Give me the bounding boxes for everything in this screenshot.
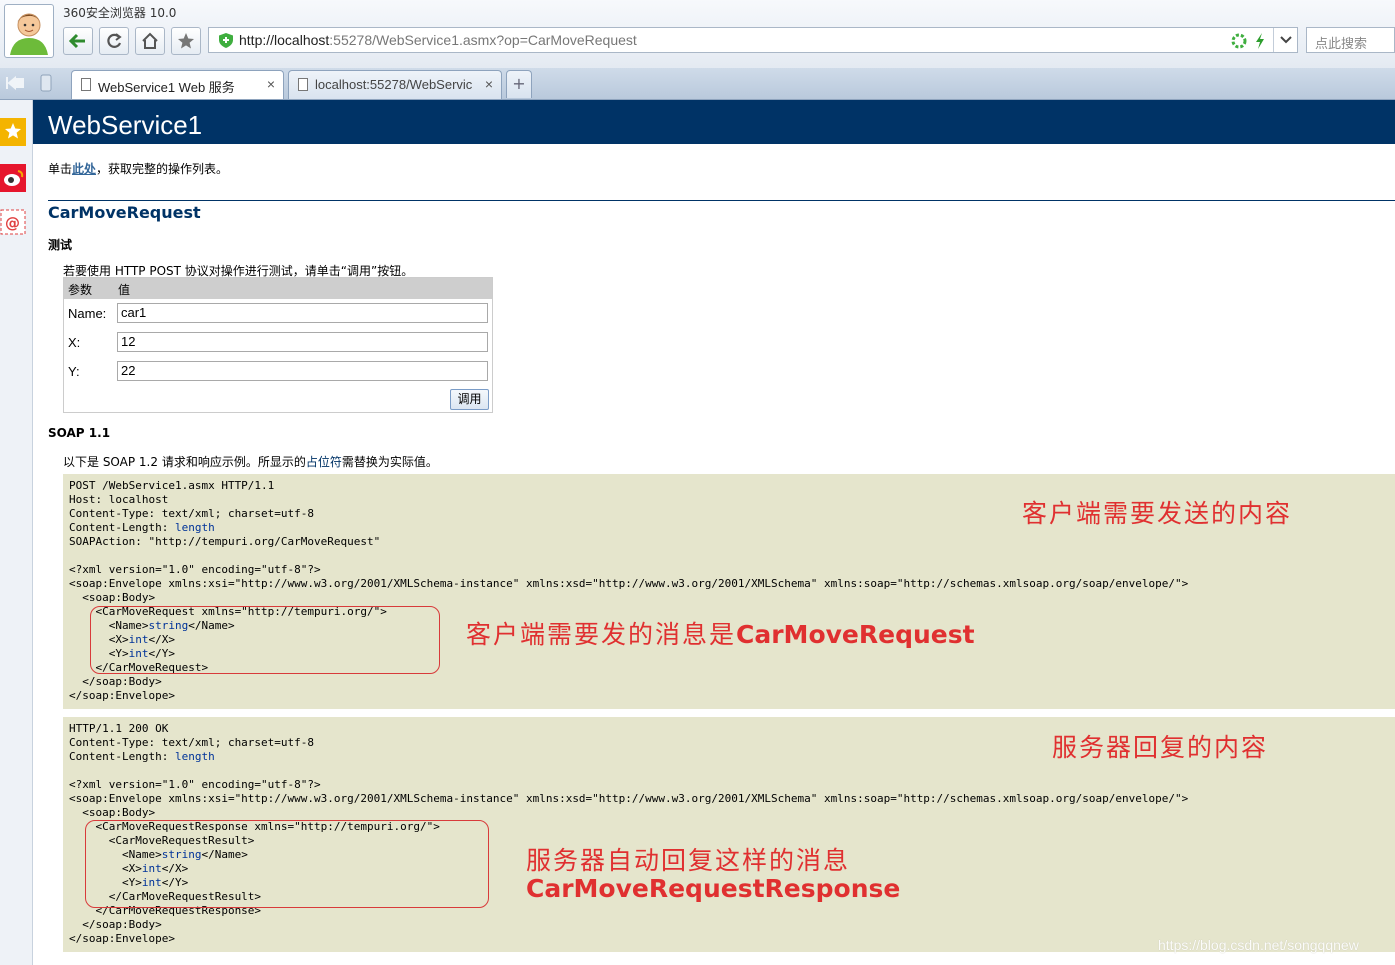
soap-description: 以下是 SOAP 1.2 请求和响应示例。所显示的占位符需替换为实际值。 <box>63 453 438 470</box>
value-column-header: 值 <box>118 283 131 297</box>
param-column-header: 参数 <box>68 283 93 297</box>
intro-suffix: ，获取完整的操作列表。 <box>96 162 229 176</box>
svg-text:@: @ <box>5 214 20 232</box>
name-field[interactable]: car1 <box>117 303 488 323</box>
url-text: http://localhost:55278/WebService1.asmx?… <box>239 32 637 48</box>
y-field[interactable]: 22 <box>117 361 488 381</box>
url-dropdown-button[interactable] <box>1273 28 1298 52</box>
app-title: 360安全浏览器 10.0 <box>63 6 177 20</box>
code-line: <soap:Body> <box>69 806 156 819</box>
phone-icon[interactable] <box>40 74 52 92</box>
watermark: https://blog.csdn.net/songqqnew <box>1158 937 1359 953</box>
code-line: <?xml version="1.0" encoding="utf-8"?> <box>69 563 321 576</box>
placeholder-word: 占位符 <box>305 455 342 469</box>
code-line: </soap:Envelope> <box>69 689 175 702</box>
divider <box>48 200 1395 201</box>
operation-title: CarMoveRequest <box>48 203 201 222</box>
code-line: <soap:Envelope xmlns:xsi="http://www.w3.… <box>69 577 1189 590</box>
code-line: POST /WebService1.asmx HTTP/1.1 <box>69 479 275 492</box>
code-line: </soap:Body> <box>69 675 162 688</box>
response-highlight-box <box>85 820 489 908</box>
server-message-name: CarMoveRequestResponse <box>526 874 901 903</box>
close-tab-icon[interactable]: × <box>485 76 493 92</box>
back-button[interactable] <box>63 27 93 55</box>
favorites-star-icon[interactable] <box>0 118 28 146</box>
code-line: </soap:Envelope> <box>69 932 175 945</box>
test-heading: 测试 <box>48 238 73 252</box>
tab-strip: WebService1 Web 服务 × localhost:55278/Web… <box>0 68 1395 100</box>
tab-webservice1[interactable]: WebService1 Web 服务 × <box>71 70 284 99</box>
parameter-form: 参数 值 Name: car1 X: 12 Y: 22 调用 <box>63 277 493 413</box>
code-line: <?xml version="1.0" encoding="utf-8"?> <box>69 778 321 791</box>
soap-note-suffix: 需替换为实际值。 <box>341 455 438 469</box>
request-highlight-box <box>90 606 440 674</box>
mail-icon[interactable]: @ <box>0 208 28 236</box>
code-line: SOAPAction: "http://tempuri.org/CarMoveR… <box>69 535 381 548</box>
parameter-table-header: 参数 值 <box>64 278 492 299</box>
server-message-annotation: 服务器自动回复这样的消息 <box>526 846 851 875</box>
weibo-icon[interactable] <box>0 164 28 192</box>
chevron-down-icon <box>1280 36 1292 44</box>
soap-note-prefix: 以下是 SOAP 1.2 请求和响应示例。所显示的 <box>63 455 306 469</box>
home-button[interactable] <box>135 27 165 55</box>
refresh-icon <box>107 33 122 48</box>
x-field[interactable]: 12 <box>117 332 488 352</box>
user-avatar[interactable] <box>4 4 54 58</box>
code-line: Content-Length: length <box>69 750 215 763</box>
code-line: HTTP/1.1 200 OK <box>69 722 169 735</box>
home-icon <box>142 32 158 49</box>
intro-text: 单击此处，获取完整的操作列表。 <box>48 160 228 177</box>
y-label: Y: <box>68 364 80 379</box>
code-line: Host: localhost <box>69 493 169 506</box>
code-line: <soap:Envelope xmlns:xsi="http://www.w3.… <box>69 792 1189 805</box>
search-input[interactable]: 点此搜索 <box>1306 27 1395 53</box>
browser-sidebar: @ <box>0 100 33 965</box>
sidebar-toggle-icon[interactable] <box>6 75 24 91</box>
code-line: <soap:Body> <box>69 591 156 604</box>
page-header: WebService1 <box>33 100 1395 144</box>
new-tab-button[interactable]: + <box>506 70 532 98</box>
server-content-annotation: 服务器回复的内容 <box>1052 733 1269 762</box>
x-label: X: <box>68 335 81 350</box>
tab-label: localhost:55278/WebServic <box>315 77 473 92</box>
star-icon <box>178 33 194 49</box>
address-bar[interactable]: http://localhost:55278/WebService1.asmx?… <box>208 27 1298 53</box>
page-icon <box>298 78 308 91</box>
invoke-button[interactable]: 调用 <box>450 389 489 410</box>
back-arrow-icon <box>69 33 85 49</box>
code-line: Content-Length: length <box>69 521 215 534</box>
page-icon <box>81 78 91 91</box>
intro-prefix: 单击 <box>48 162 73 176</box>
soap-heading: SOAP 1.1 <box>48 426 111 440</box>
tab-localhost[interactable]: localhost:55278/WebServic × <box>288 70 502 99</box>
code-line: </soap:Body> <box>69 918 162 931</box>
tab-label: WebService1 Web 服务 <box>98 80 235 95</box>
favorite-button[interactable] <box>171 27 201 55</box>
operations-list-link[interactable]: 此处 <box>72 162 96 176</box>
code-line: Content-Type: text/xml; charset=utf-8 <box>69 507 315 520</box>
client-message-annotation: 客户端需要发的消息是CarMoveRequest <box>466 620 975 649</box>
browser-toolbar: 360安全浏览器 10.0 http://localhost:55278/Web… <box>0 0 1395 69</box>
close-tab-icon[interactable]: × <box>267 76 275 92</box>
loading-icon <box>1231 33 1247 49</box>
lightning-icon[interactable] <box>1254 32 1266 50</box>
name-label: Name: <box>68 306 107 321</box>
refresh-button[interactable] <box>99 27 129 55</box>
code-line: Content-Type: text/xml; charset=utf-8 <box>69 736 315 749</box>
shield-icon <box>219 33 233 48</box>
page-title: WebService1 <box>48 110 203 140</box>
client-content-annotation: 客户端需要发送的内容 <box>1022 499 1293 528</box>
